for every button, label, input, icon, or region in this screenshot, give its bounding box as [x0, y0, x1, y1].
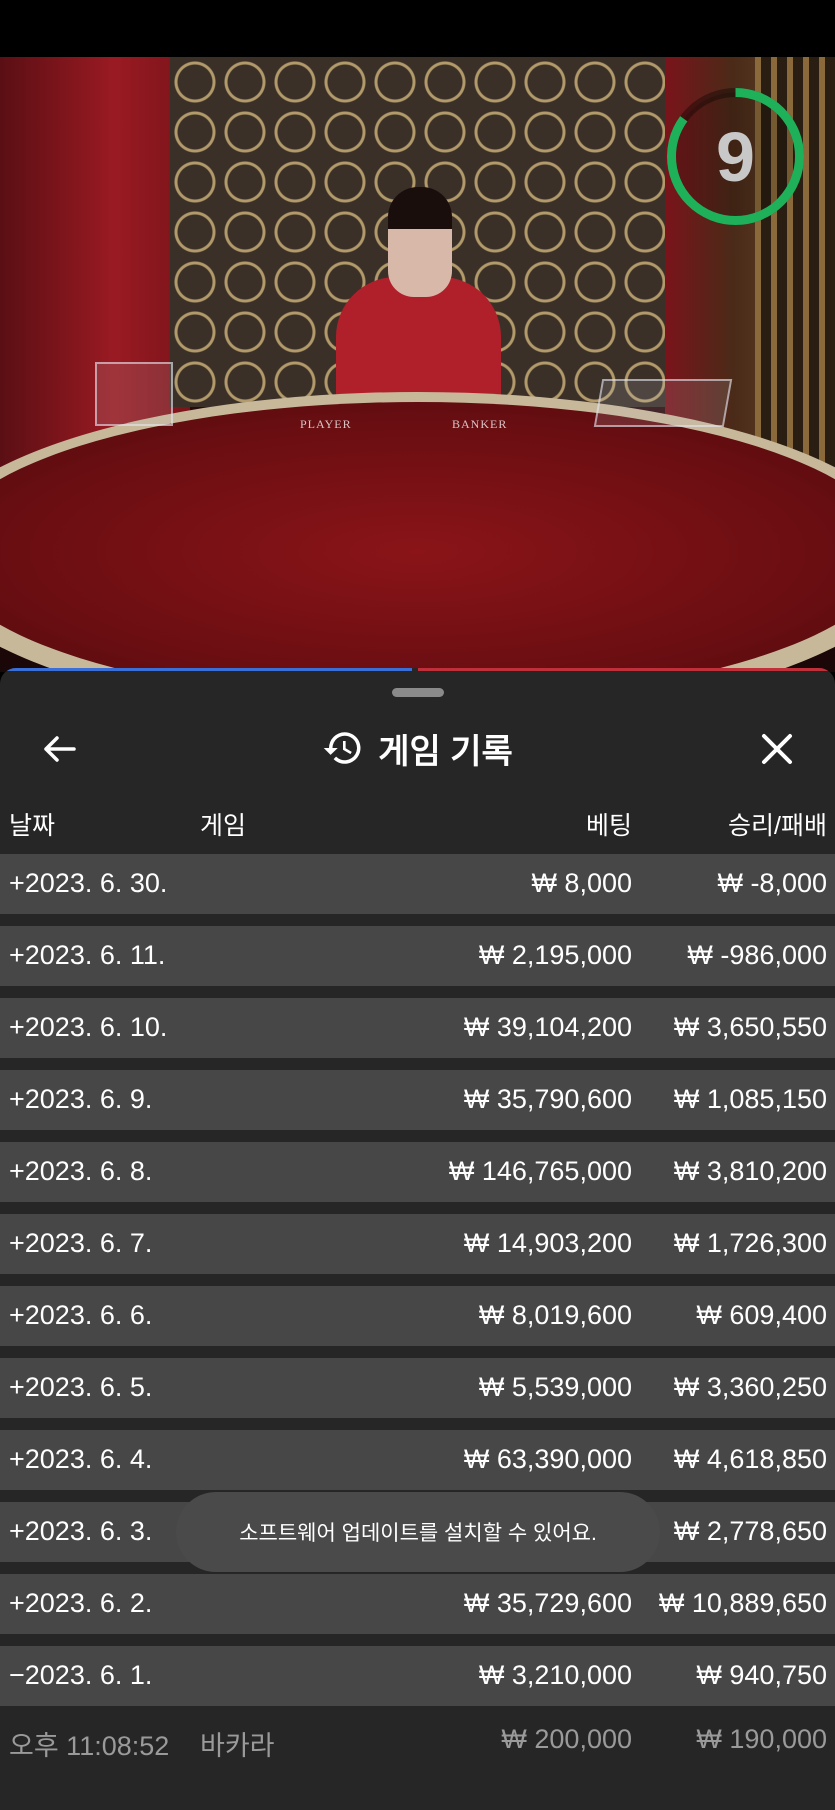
row-date: +2023. 6. 9. — [9, 1084, 153, 1114]
row-result: ₩ -986,000 — [687, 940, 827, 970]
row-result: ₩ 10,889,650 — [658, 1588, 827, 1618]
row-result: ₩ 3,360,250 — [673, 1372, 827, 1402]
row-bet: ₩ 5,539,000 — [478, 1372, 632, 1402]
row-bet: ₩ 8,019,600 — [478, 1300, 632, 1330]
column-header-bet: 베팅 — [585, 812, 632, 840]
row-date: +2023. 6. 2. — [9, 1588, 153, 1618]
column-header-result: 승리/패배 — [728, 812, 827, 840]
row-bet: ₩ 3,210,000 — [478, 1660, 632, 1690]
table-row[interactable]: +2023. 6. 8. ₩ 146,765,000 ₩ 3,810,200 — [0, 1142, 835, 1202]
detail-game: 바카라 — [200, 1731, 275, 1761]
row-result: ₩ 609,400 — [696, 1300, 827, 1330]
update-toast[interactable]: 소프트웨어 업데이트를 설치할 수 있어요. — [176, 1492, 660, 1572]
row-bet: ₩ 35,790,600 — [463, 1084, 632, 1114]
row-bet: ₩ 2,195,000 — [478, 940, 632, 970]
table-row[interactable]: +2023. 6. 4. ₩ 63,390,000 ₩ 4,618,850 — [0, 1430, 835, 1490]
banker-area-label: BANKER — [452, 417, 508, 431]
card-discard-box — [95, 362, 173, 426]
row-date: +2023. 6. 10. — [9, 1012, 168, 1042]
table-row[interactable]: +2023. 6. 2. ₩ 35,729,600 ₩ 10,889,650 — [0, 1574, 835, 1634]
row-date: +2023. 6. 30. — [9, 868, 168, 898]
column-header-date: 날짜 — [9, 812, 56, 840]
countdown-timer-value: 9 — [716, 117, 755, 196]
banker-bar — [418, 668, 835, 671]
row-result: ₩ 940,750 — [696, 1660, 827, 1690]
player-area-label: PLAYER — [300, 417, 352, 431]
row-date: +2023. 6. 3. — [9, 1516, 153, 1546]
table-row[interactable]: +2023. 6. 10. ₩ 39,104,200 ₩ 3,650,550 — [0, 998, 835, 1058]
drag-handle[interactable] — [392, 688, 444, 697]
row-result: ₩ 2,778,650 — [673, 1516, 827, 1546]
row-date: +2023. 6. 5. — [9, 1372, 153, 1402]
table-row[interactable]: −2023. 6. 1. ₩ 3,210,000 ₩ 940,750 — [0, 1646, 835, 1706]
row-result: ₩ 1,726,300 — [673, 1228, 827, 1258]
table-row[interactable]: +2023. 6. 7. ₩ 14,903,200 ₩ 1,726,300 — [0, 1214, 835, 1274]
table-row[interactable]: +2023. 6. 5. ₩ 5,539,000 ₩ 3,360,250 — [0, 1358, 835, 1418]
player-bar — [0, 668, 412, 671]
row-bet: ₩ 146,765,000 — [448, 1156, 632, 1186]
row-result: ₩ 3,650,550 — [673, 1012, 827, 1042]
back-arrow-icon[interactable] — [30, 720, 88, 778]
history-icon — [323, 732, 361, 764]
row-result: ₩ 1,085,150 — [673, 1084, 827, 1114]
row-date: −2023. 6. 1. — [9, 1660, 153, 1690]
row-date: +2023. 6. 4. — [9, 1444, 153, 1474]
row-result: ₩ 4,618,850 — [673, 1444, 827, 1474]
panel-header: 게임 기록 — [0, 698, 835, 798]
row-date: +2023. 6. 7. — [9, 1228, 153, 1258]
table-row[interactable]: +2023. 6. 11. ₩ 2,195,000 ₩ -986,000 — [0, 926, 835, 986]
table-row[interactable]: +2023. 6. 9. ₩ 35,790,600 ₩ 1,085,150 — [0, 1070, 835, 1130]
game-history-panel: 게임 기록 날짜 게임 베팅 승리/패배 +2023. 6. 30. ₩ 8,00… — [0, 668, 835, 1810]
baccarat-table — [0, 402, 835, 672]
page-title: 게임 기록 — [378, 732, 513, 771]
close-icon[interactable] — [748, 720, 806, 778]
row-date: +2023. 6. 8. — [9, 1156, 153, 1186]
row-bet: ₩ 63,390,000 — [463, 1444, 632, 1474]
table-row[interactable]: +2023. 6. 30. ₩ 8,000 ₩ -8,000 — [0, 854, 835, 914]
row-bet: ₩ 8,000 — [531, 868, 632, 898]
row-bet: ₩ 39,104,200 — [463, 1012, 632, 1042]
row-bet: ₩ 14,903,200 — [463, 1228, 632, 1258]
column-header-game: 게임 — [200, 812, 247, 840]
row-result: ₩ 3,810,200 — [673, 1156, 827, 1186]
detail-bet: ₩ 200,000 — [501, 1724, 632, 1754]
card-shoe — [593, 379, 733, 427]
detail-time: 오후 11:08:52 — [9, 1731, 170, 1761]
table-row[interactable]: +2023. 6. 6. ₩ 8,019,600 ₩ 609,400 — [0, 1286, 835, 1346]
game-detail-row[interactable]: 오후 11:08:52 바카라 ₩ 200,000 ₩ 190,000 — [0, 1710, 835, 1770]
dealer-head — [388, 187, 452, 297]
row-date: +2023. 6. 11. — [9, 940, 166, 970]
status-bar — [0, 0, 835, 57]
row-result: ₩ -8,000 — [717, 868, 827, 898]
detail-result: ₩ 190,000 — [696, 1724, 827, 1754]
row-bet: ₩ 35,729,600 — [463, 1588, 632, 1618]
row-date: +2023. 6. 6. — [9, 1300, 153, 1330]
